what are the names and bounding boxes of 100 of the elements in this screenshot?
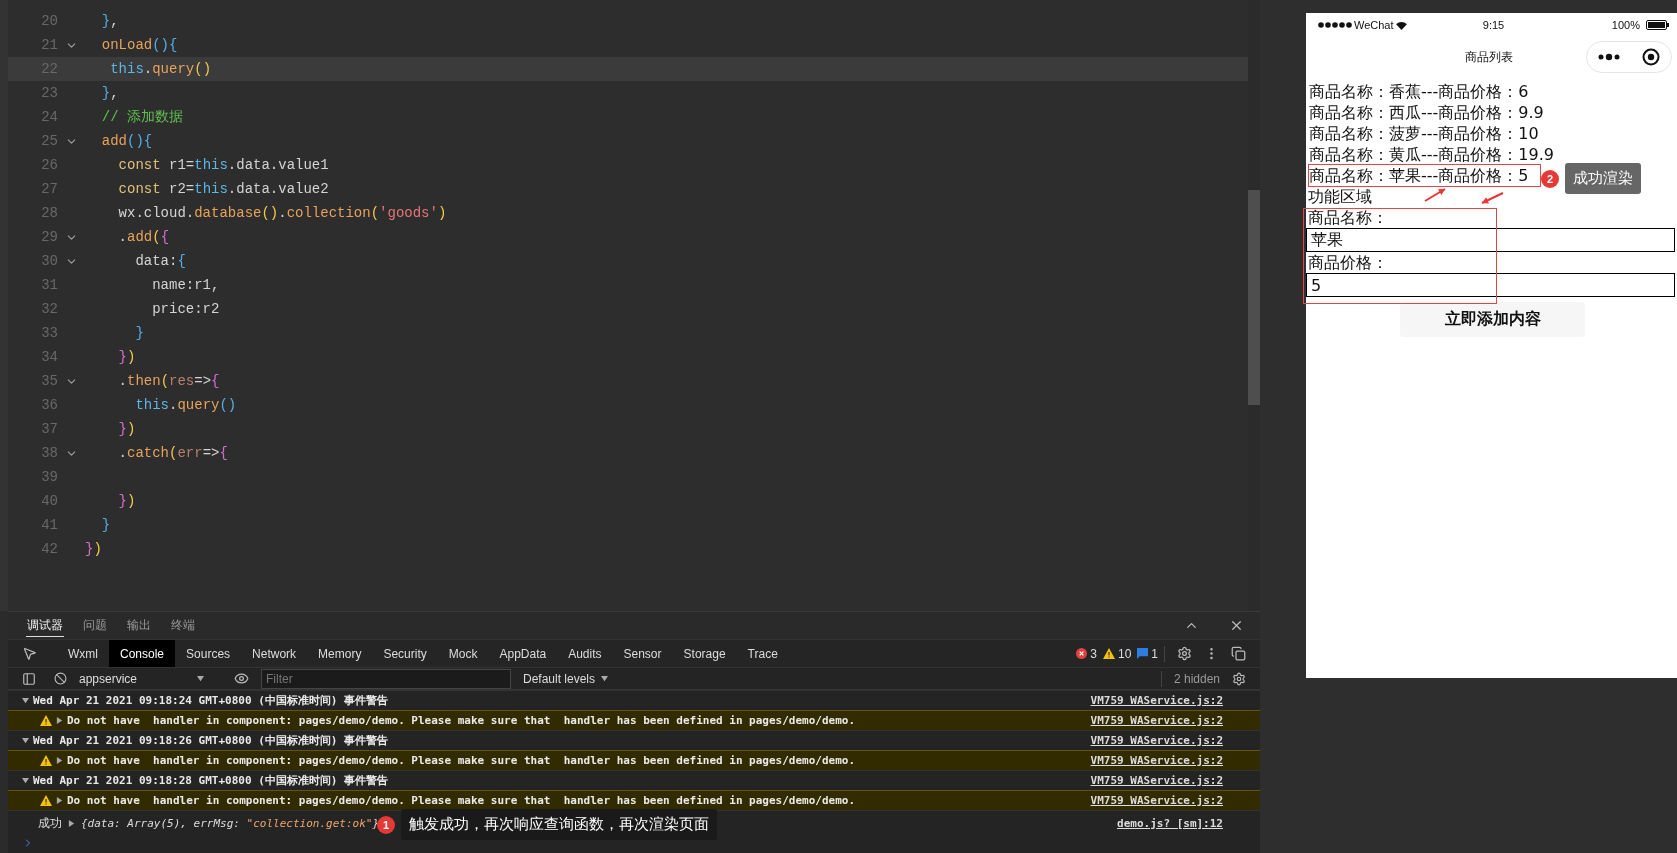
code-line: } [100,517,111,533]
expand-icon[interactable] [56,717,63,724]
line-number: 23 [40,85,58,101]
add-button[interactable]: 立即添加内容 [1400,302,1585,337]
status-time: 9:15 [1482,19,1505,31]
battery-icon [1646,20,1669,30]
code-line: // 添加数据 [100,108,183,126]
line-number: 35 [40,373,58,389]
line-number: 33 [40,325,58,341]
line-number: 36 [40,397,58,413]
result-object[interactable]: {data: Array(5), errMsg: "collection.get:ok"} [81,816,380,830]
code-line: }) [117,421,136,437]
devtools-tab[interactable]: Wxml [57,640,109,668]
devtools-tab[interactable]: Audits [557,640,613,668]
collapse-icon[interactable] [22,697,29,704]
context-select[interactable]: appservice [79,671,191,686]
goods-item: 商品名称：西瓜---商品价格：9.9 [1308,102,1545,124]
input-field[interactable]: 苹果 [1306,228,1675,252]
collapse-icon[interactable] [22,777,29,784]
line-number: 37 [40,421,58,437]
source-link[interactable]: VM759 WAService.js:2 [1090,714,1223,727]
source-link[interactable]: VM759 WAService.js:2 [1090,694,1223,707]
line-number: 42 [40,541,58,557]
warning-icon [40,715,52,726]
filter-field[interactable]: Filter [261,668,511,689]
code-line: price:r2 [151,301,220,317]
devtools-tab[interactable]: Sources [175,640,242,668]
expand-icon[interactable] [68,819,75,827]
devtools-tab[interactable]: Storage [672,640,737,668]
code-line: }, [100,85,119,101]
result-label: 成功 [38,814,62,832]
line-number: 27 [40,181,58,197]
code-line: onLoad(){ [100,37,178,53]
line-number: 20 [40,13,58,29]
devtools-tab[interactable]: Sensor [612,640,673,668]
goods-item: 商品名称：香蕉---商品价格：6 [1308,81,1530,103]
line-number: 21 [40,37,58,53]
collapse-icon[interactable] [22,737,29,744]
source-link[interactable]: VM759 WAService.js:2 [1090,734,1223,747]
panel-tab[interactable]: 问题 [82,614,108,637]
scrollbar-thumb[interactable] [1248,190,1260,405]
step-badge: 1 [377,815,395,834]
goods-item: 商品名称：菠萝---商品价格：10 [1308,123,1540,145]
collapse-icon[interactable] [601,675,609,683]
devtools-tab[interactable]: Console [109,640,176,668]
code-line: data:{ [134,253,186,269]
battery-level: 100% [1611,19,1640,31]
carrier-name: WeChat [1354,19,1394,31]
annotation-note: 成功渲染 [1565,163,1641,194]
code-line: add(){ [100,133,153,149]
source-link[interactable]: VM759 WAService.js:2 [1090,774,1223,787]
code-line: }, [100,13,119,29]
devtools-tab[interactable]: Security [372,640,438,668]
code-line: const r1=this.data.value1 [117,157,329,173]
code-line: name:r1, [151,277,220,293]
source-link[interactable]: VM759 WAService.js:2 [1090,754,1223,767]
devtools-tab[interactable]: Memory [307,640,373,668]
group-header[interactable]: Wed Apr 21 2021 09:18:24 GMT+0800 (中国标准时间) 事件警告 [33,693,1087,708]
code-line: this.query() [109,61,212,77]
group-header[interactable]: Wed Apr 21 2021 09:18:26 GMT+0800 (中国标准时间) 事件警告 [33,733,1087,748]
error-icon [1076,648,1088,660]
line-number: 38 [40,445,58,461]
arrow-icon [1424,188,1446,202]
line-number: 29 [40,229,58,245]
code-line: }) [117,349,136,365]
warning-message: Do not have handler in component: pages/demo/demo. Please make sure that handler has been defined in pages/demo/demo. [67,754,857,767]
panel-tab[interactable]: 调试器 [26,614,64,637]
devtools-tab[interactable]: Trace [736,640,789,668]
more-icon[interactable] [1598,53,1620,61]
input-field[interactable]: 5 [1306,273,1675,297]
devtools-tab[interactable]: AppData [488,640,558,668]
panel-tab[interactable]: 输出 [126,614,152,637]
devtools-tab[interactable]: Network [241,640,308,668]
line-number: 24 [40,109,58,125]
code-line: .then(res=>{ [117,373,220,389]
arrow-icon [1481,192,1504,205]
expand-icon[interactable] [56,757,63,764]
target-icon[interactable] [1642,48,1660,66]
collapse-icon[interactable] [197,675,204,683]
field-label: 商品价格： [1308,252,1388,273]
source-link[interactable]: demo.js? [sm]:12 [1117,816,1223,830]
step-badge: 2 [1541,169,1559,188]
group-header[interactable]: Wed Apr 21 2021 09:18:28 GMT+0800 (中国标准时间) 事件警告 [33,773,1087,788]
expand-icon[interactable] [56,797,63,804]
goods-item: 商品名称：苹果---商品价格：5 [1308,164,1541,187]
source-link[interactable]: VM759 WAService.js:2 [1090,794,1223,807]
line-number: 40 [40,493,58,509]
warning-count: 10 [1117,646,1132,661]
levels-dropdown[interactable]: Default levels [523,671,596,686]
code-line: } [134,325,144,341]
annotation-note: 触发成功，再次响应查询函数，再次渲染页面 [401,809,717,840]
goods-item: 商品名称：黄瓜---商品价格：19.9 [1308,144,1555,166]
line-number: 39 [40,469,58,485]
devtools-tab[interactable]: Mock [437,640,489,668]
panel-tab[interactable]: 终端 [170,614,196,637]
hidden-count: 2 hidden [1173,671,1220,686]
warning-message: Do not have handler in component: pages/demo/demo. Please make sure that handler has been defined in pages/demo/demo. [67,794,857,807]
code-line: .add({ [117,229,170,245]
code-line: this.query() [134,397,237,413]
code-line: const r2=this.data.value2 [117,181,329,197]
